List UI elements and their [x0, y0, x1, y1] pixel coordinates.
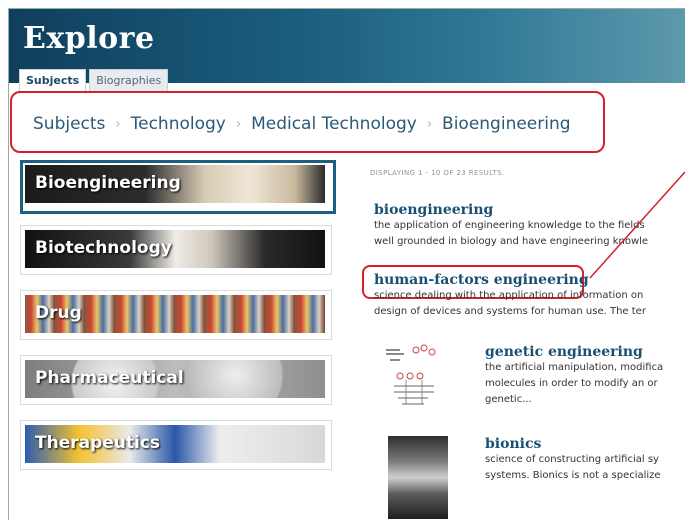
- result-title-link[interactable]: bionics: [485, 436, 685, 452]
- breadcrumb: Subjects › Technology › Medical Technolo…: [33, 114, 571, 134]
- result-description: systems. Bionics is not a specialize: [485, 470, 661, 481]
- tab-subjects[interactable]: Subjects: [19, 69, 87, 93]
- category-drug[interactable]: Drug: [20, 290, 332, 340]
- category-pharmaceutical[interactable]: Pharmaceutical: [20, 355, 332, 405]
- result-item: bionics science of constructing artifici…: [485, 436, 685, 484]
- breadcrumb-medical-technology[interactable]: Medical Technology: [251, 114, 417, 134]
- result-item: human-factors engineering science dealin…: [374, 272, 685, 320]
- result-title-link[interactable]: genetic engineering: [485, 344, 685, 360]
- breadcrumb-bioengineering[interactable]: Bioengineering: [442, 114, 571, 134]
- result-description: well grounded in biology and have engine…: [374, 236, 649, 247]
- category-therapeutics[interactable]: Therapeutics: [20, 420, 332, 470]
- result-description: the application of engineering knowledge…: [374, 220, 645, 231]
- category-biotechnology[interactable]: Biotechnology: [20, 225, 332, 275]
- genetic-engineering-thumbnail: [380, 340, 452, 408]
- explore-tabs: Subjects Biographies: [19, 69, 171, 93]
- chevron-right-icon: ›: [426, 116, 433, 132]
- result-description: science dealing with the application of …: [374, 290, 644, 301]
- category-label: Biotechnology: [35, 238, 172, 258]
- chevron-right-icon: ›: [115, 116, 121, 132]
- result-description: design of devices and systems for human …: [374, 306, 646, 317]
- breadcrumb-subjects[interactable]: Subjects: [33, 114, 105, 134]
- category-label: Therapeutics: [35, 433, 161, 453]
- result-item: genetic engineering the artificial manip…: [485, 344, 685, 408]
- breadcrumb-technology[interactable]: Technology: [131, 114, 226, 134]
- category-label: Bioengineering: [35, 173, 181, 193]
- explore-header: Explore Subjects Biographies: [9, 9, 685, 93]
- result-title-link[interactable]: bioengineering: [374, 202, 685, 218]
- bionics-thumbnail: [388, 436, 448, 519]
- result-description: genetic...: [485, 394, 532, 405]
- result-description: the artificial manipulation, modifica: [485, 362, 664, 373]
- result-description: science of constructing artificial sy: [485, 454, 659, 465]
- category-bioengineering[interactable]: Bioengineering: [20, 160, 336, 214]
- category-label: Drug: [35, 303, 82, 323]
- result-description: molecules in order to modify an or: [485, 378, 658, 389]
- category-label: Pharmaceutical: [35, 368, 184, 388]
- page-title: Explore: [23, 21, 155, 56]
- chevron-right-icon: ›: [235, 116, 242, 132]
- tab-biographies[interactable]: Biographies: [89, 69, 169, 93]
- results-count: DISPLAYING 1 - 10 OF 23 RESULTS.: [370, 169, 505, 177]
- result-item: bioengineering the application of engine…: [374, 202, 685, 250]
- result-title-link[interactable]: human-factors engineering: [374, 272, 685, 288]
